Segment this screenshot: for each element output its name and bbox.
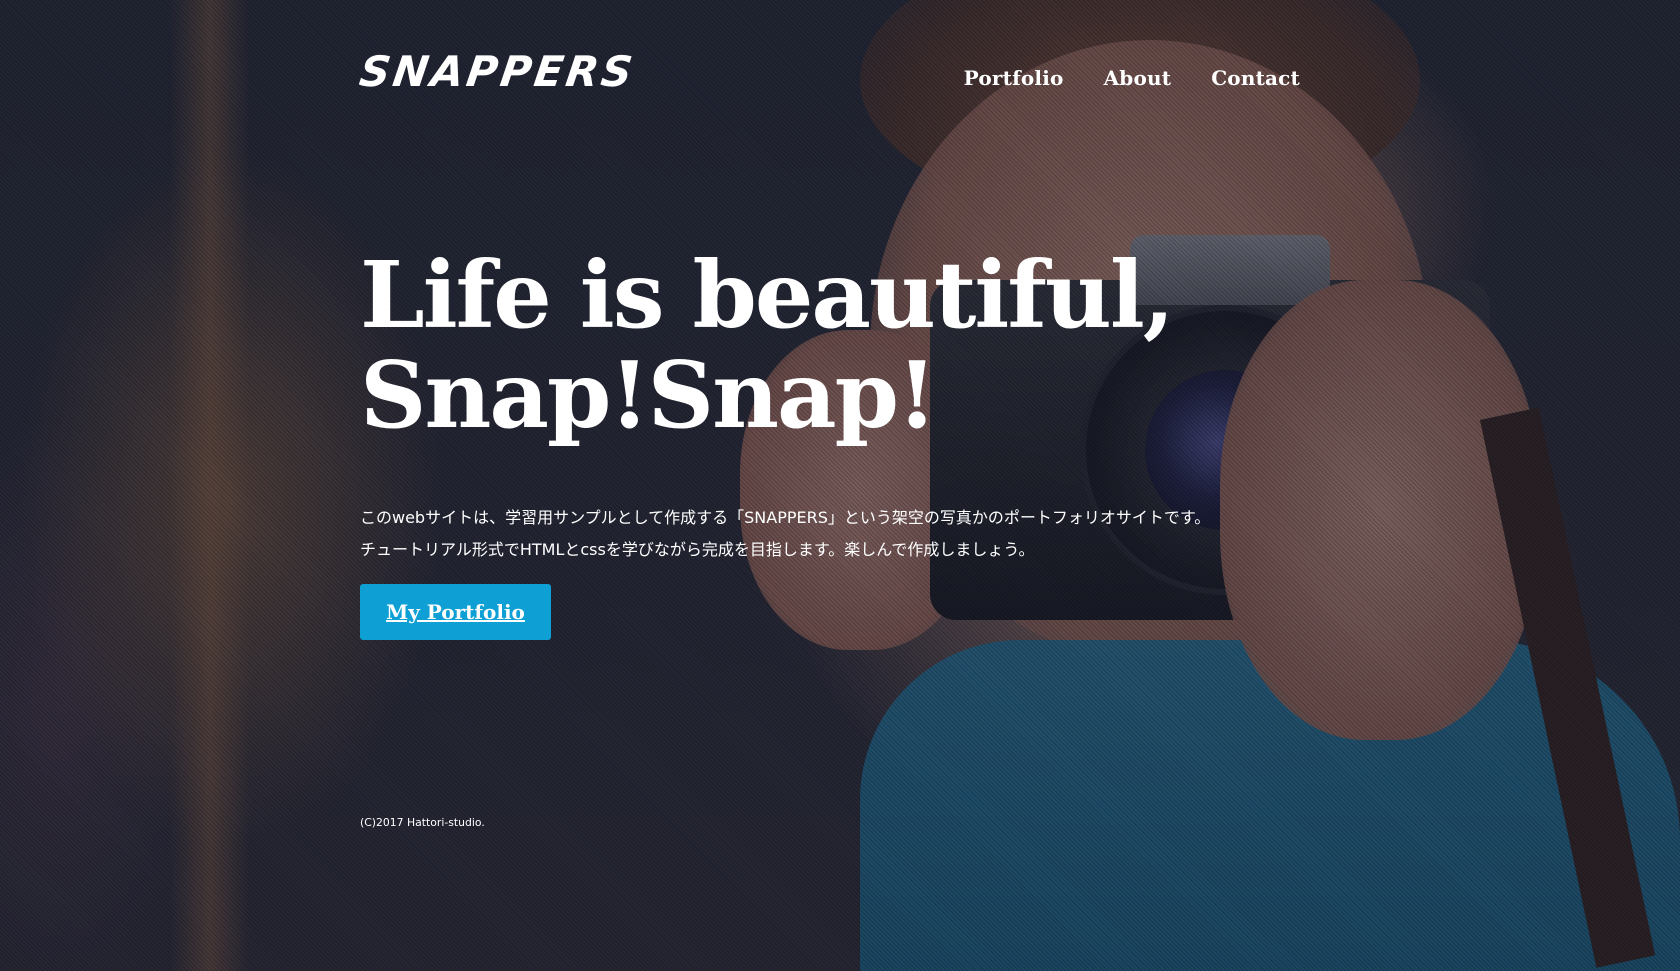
hero-title-line-2: Snap!Snap!: [360, 341, 937, 449]
main-nav: Portfolio About Contact: [964, 66, 1300, 90]
page-container: SNAPPERS Portfolio About Contact Life is…: [357, 0, 1300, 971]
site-logo[interactable]: SNAPPERS: [357, 47, 639, 96]
hero-description: このwebサイトは、学習用サンプルとして作成する「SNAPPERS」という架空の…: [360, 502, 1300, 566]
hero-title: Life is beautiful, Snap!Snap!: [360, 245, 1300, 445]
nav-item-portfolio[interactable]: Portfolio: [964, 66, 1064, 90]
copyright-text: (C)2017 Hattori-studio.: [360, 816, 485, 829]
nav-item-about[interactable]: About: [1104, 66, 1172, 90]
nav-item-contact[interactable]: Contact: [1211, 66, 1300, 90]
site-footer: (C)2017 Hattori-studio.: [360, 815, 485, 830]
hero-title-line-1: Life is beautiful,: [360, 241, 1175, 349]
hero-description-line-1: このwebサイトは、学習用サンプルとして作成する「SNAPPERS」という架空の…: [360, 508, 1211, 527]
site-header: SNAPPERS Portfolio About Contact: [357, 47, 1300, 108]
my-portfolio-button[interactable]: My Portfolio: [360, 584, 551, 640]
hero-description-line-2: チュートリアル形式でHTMLとcssを学びながら完成を目指します。楽しんで作成し…: [360, 540, 1035, 559]
